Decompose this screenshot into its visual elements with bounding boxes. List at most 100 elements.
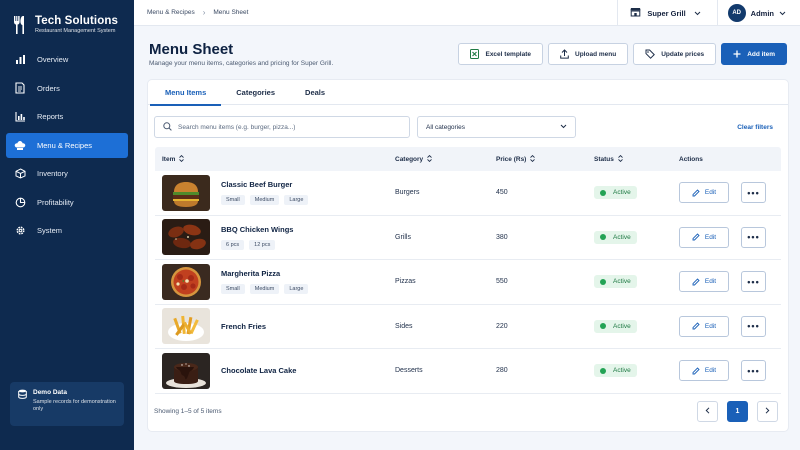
edit-label: Edit: [704, 189, 717, 197]
french-fries-image: [162, 308, 210, 345]
category-select[interactable]: All categories: [417, 116, 576, 138]
column-price[interactable]: Price (Rs): [496, 154, 594, 164]
edit-button[interactable]: Edit: [679, 315, 729, 337]
tab-categories[interactable]: Categories: [221, 80, 290, 105]
column-label: Category: [395, 155, 424, 163]
status-label: Active: [613, 322, 631, 330]
chevron-down-icon: [560, 124, 567, 131]
item-name: BBQ Chicken Wings: [221, 224, 294, 234]
price-cell: 220: [496, 322, 508, 330]
page-title: Menu Sheet: [149, 41, 234, 58]
demo-title: Demo Data: [33, 389, 67, 396]
sidebar-item-label: Orders: [37, 83, 60, 93]
chef-hat-icon: [14, 139, 26, 151]
price-cell: 380: [496, 233, 508, 241]
pencil-icon: [692, 278, 700, 286]
more-options-button[interactable]: •••: [741, 360, 766, 382]
menu-table: Item Category Price (Rs) Status Actions …: [155, 147, 781, 394]
price-cell: 280: [496, 367, 508, 375]
page-button-1[interactable]: 1: [727, 401, 748, 422]
column-label: Item: [162, 155, 176, 163]
edit-label: Edit: [704, 322, 717, 330]
status-dot-icon: [600, 278, 606, 285]
plus-icon: [733, 50, 741, 58]
user-menu[interactable]: AD Admin: [716, 0, 800, 26]
upload-menu-label: Upload menu: [575, 50, 617, 58]
status-cell: Active: [594, 230, 679, 244]
item-cell: BBQ Chicken Wings 6 pcs 12 pcs: [155, 219, 395, 256]
status-cell: Active: [594, 364, 679, 378]
more-options-button[interactable]: •••: [741, 182, 766, 204]
sidebar-item-orders[interactable]: Orders: [6, 76, 128, 101]
variant-list: Small Medium Large: [221, 195, 313, 206]
pagination: 1: [688, 401, 778, 422]
sidebar-item-profitability[interactable]: Profitability: [6, 190, 128, 215]
sort-icon: [179, 154, 185, 164]
status-dot-icon: [600, 189, 606, 196]
more-options-button[interactable]: •••: [741, 315, 766, 337]
lava-cake-image: [162, 352, 210, 389]
sort-icon: [618, 154, 623, 164]
status-cell: Active: [594, 319, 679, 333]
category-cell: Sides: [395, 322, 413, 330]
bar-chart-icon: [14, 54, 26, 66]
column-actions: Actions: [679, 156, 781, 163]
demo-text: Sample records for demonstration only: [33, 399, 116, 412]
item-name: Margherita Pizza: [221, 269, 281, 279]
column-label: Status: [594, 155, 614, 163]
pencil-icon: [692, 189, 700, 197]
page-subtitle: Manage your menu items, categories and p…: [149, 60, 334, 67]
update-prices-button[interactable]: Update prices: [633, 43, 717, 65]
breadcrumb-parent[interactable]: Menu & Recipes: [147, 9, 195, 16]
item-cell: Chocolate Lava Cake: [155, 352, 395, 389]
column-category[interactable]: Category: [395, 154, 496, 164]
sort-icon: [530, 154, 536, 164]
avatar: AD: [727, 4, 746, 22]
search-input[interactable]: [178, 123, 398, 131]
add-item-button[interactable]: Add item: [721, 43, 787, 65]
prev-page-button[interactable]: [697, 401, 718, 422]
topbar-right: Super Grill AD Admin: [617, 0, 800, 26]
status-cell: Active: [594, 186, 679, 200]
edit-button[interactable]: Edit: [679, 182, 729, 204]
excel-icon: [470, 49, 480, 59]
upload-menu-button[interactable]: Upload menu: [548, 43, 629, 65]
variant-chip: Small: [221, 195, 245, 206]
actions-cell: Edit •••: [679, 360, 781, 382]
brand[interactable]: Tech Solutions Restaurant Management Sys…: [0, 0, 134, 40]
sidebar-nav: Overview Orders Reports Menu & Recipes I…: [0, 47, 134, 243]
price-tag-icon: [645, 49, 656, 59]
update-prices-label: Update prices: [661, 50, 705, 58]
sidebar-item-inventory[interactable]: Inventory: [6, 161, 128, 186]
pencil-icon: [692, 233, 700, 241]
chevron-right-icon: [765, 407, 770, 416]
box-icon: [14, 168, 26, 180]
more-options-button[interactable]: •••: [741, 271, 766, 293]
tab-menu-items[interactable]: Menu Items: [150, 80, 222, 106]
edit-button[interactable]: Edit: [679, 226, 729, 248]
tab-deals[interactable]: Deals: [290, 80, 340, 105]
sidebar-item-reports[interactable]: Reports: [6, 104, 128, 129]
next-page-button[interactable]: [757, 401, 778, 422]
clear-filters-link[interactable]: Clear filters: [737, 124, 773, 131]
excel-template-button[interactable]: Excel template: [458, 43, 544, 65]
sidebar-item-overview[interactable]: Overview: [6, 47, 128, 72]
topbar: Menu & Recipes › Menu Sheet Super Grill …: [134, 0, 800, 26]
sidebar-item-system[interactable]: System: [6, 218, 128, 243]
edit-button[interactable]: Edit: [679, 271, 729, 293]
chevron-down-icon: [694, 9, 701, 18]
price-cell: 550: [496, 278, 508, 286]
sidebar-item-menu-recipes[interactable]: Menu & Recipes: [6, 132, 128, 158]
column-item[interactable]: Item: [155, 154, 395, 164]
upload-icon: [560, 49, 569, 59]
status-label: Active: [613, 367, 631, 375]
actions-cell: Edit •••: [679, 315, 781, 337]
category-cell: Pizzas: [395, 278, 416, 286]
category-cell: Burgers: [395, 189, 420, 197]
column-status[interactable]: Status: [594, 154, 679, 164]
edit-button[interactable]: Edit: [679, 360, 729, 382]
actions-cell: Edit •••: [679, 226, 781, 248]
more-options-button[interactable]: •••: [741, 226, 766, 248]
store-selector[interactable]: Super Grill: [617, 0, 716, 26]
search-box[interactable]: [154, 116, 410, 138]
